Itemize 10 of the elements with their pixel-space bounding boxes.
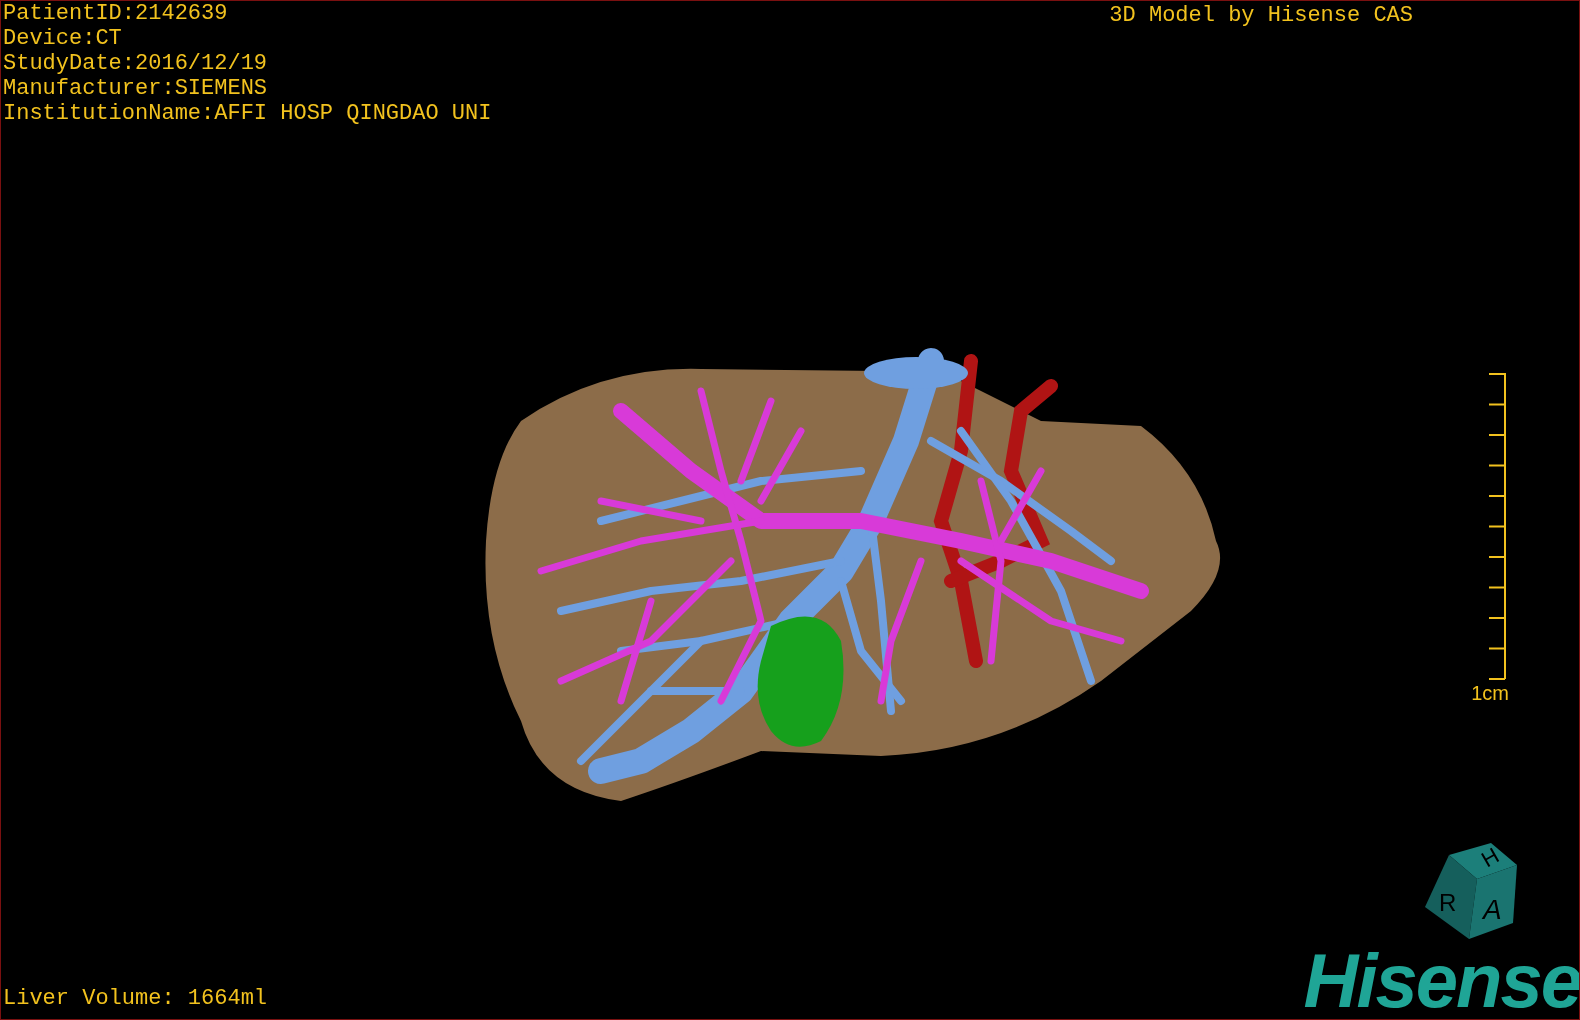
liver-volume-text: Liver Volume: 1664ml <box>3 985 268 1013</box>
credit-text: 3D Model by Hisense CAS <box>1109 2 1413 30</box>
brand-logo: Hisense <box>1303 947 1579 1015</box>
study-info-line: PatientID:2142639 <box>3 1 229 26</box>
study-info-line: Device:CT <box>3 26 123 51</box>
orientation-cube[interactable]: H R A <box>1419 841 1519 941</box>
study-info-line: InstitutionName:AFFI HOSP QINGDAO UNI <box>3 101 492 126</box>
scale-label: 1cm <box>1471 682 1509 705</box>
study-info-line: StudyDate:2016/12/19 <box>3 51 269 76</box>
study-info-line: Manufacturer:SIEMENS <box>3 76 269 101</box>
